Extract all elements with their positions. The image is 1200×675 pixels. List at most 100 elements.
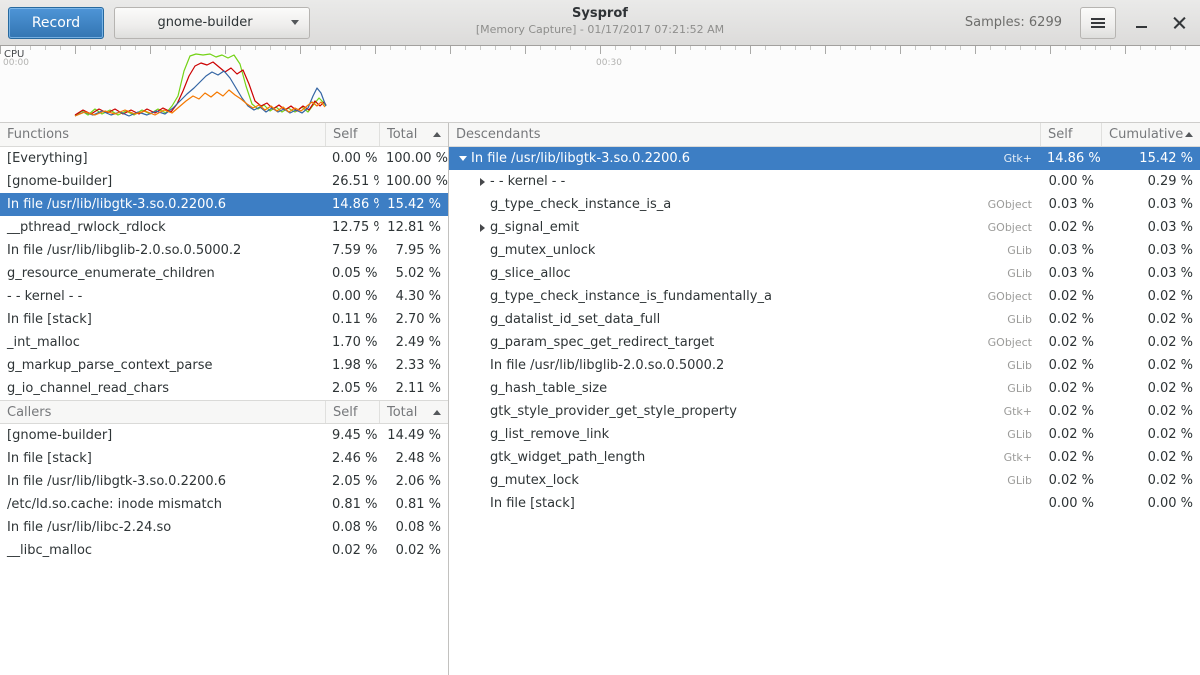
- minimize-button[interactable]: [1128, 8, 1154, 38]
- self-percent: 1.98 %: [325, 358, 379, 373]
- function-name: g_resource_enumerate_children: [0, 266, 325, 281]
- column-header-total[interactable]: Total: [379, 401, 448, 423]
- self-percent: 0.02 %: [1040, 289, 1101, 304]
- function-name: In file [stack]: [0, 312, 325, 327]
- table-row[interactable]: In file /usr/lib/libgtk-3.so.0.2200.614.…: [0, 193, 448, 216]
- descendant-name-cell: g_signal_emitGObject: [449, 220, 1040, 235]
- menu-button[interactable]: [1080, 7, 1116, 39]
- column-header-cumulative[interactable]: Cumulative: [1101, 123, 1200, 146]
- self-percent: 0.02 %: [1040, 404, 1101, 419]
- table-row[interactable]: /etc/ld.so.cache: inode mismatch0.81 %0.…: [0, 493, 448, 516]
- expander-triangle: [459, 156, 467, 161]
- expander-closed-icon[interactable]: [474, 224, 490, 232]
- table-row[interactable]: In file [stack]0.11 %2.70 %: [0, 308, 448, 331]
- total-percent: 2.33 %: [379, 358, 448, 373]
- tree-row[interactable]: g_hash_table_sizeGLib0.02 %0.02 %: [449, 377, 1200, 400]
- expander-closed-icon[interactable]: [474, 178, 490, 186]
- table-row[interactable]: In file /usr/lib/libgtk-3.so.0.2200.62.0…: [0, 470, 448, 493]
- function-name: _int_malloc: [0, 335, 325, 350]
- library-tag: GLib: [1001, 428, 1040, 441]
- sort-indicator-icon: [433, 410, 441, 415]
- total-percent: 100.00 %: [379, 174, 448, 189]
- process-selector-dropdown[interactable]: gnome-builder: [114, 7, 310, 39]
- function-name: /etc/ld.so.cache: inode mismatch: [0, 497, 325, 512]
- descendant-name: gtk_style_provider_get_style_property: [490, 404, 737, 419]
- close-button[interactable]: [1166, 8, 1192, 38]
- library-tag: GLib: [1001, 359, 1040, 372]
- table-row[interactable]: In file /usr/lib/libc-2.24.so0.08 %0.08 …: [0, 516, 448, 539]
- tree-row[interactable]: In file /usr/lib/libgtk-3.so.0.2200.6Gtk…: [449, 147, 1200, 170]
- column-header-total-label: Total: [387, 405, 417, 420]
- table-row[interactable]: _int_malloc1.70 %2.49 %: [0, 331, 448, 354]
- library-tag: GLib: [1001, 382, 1040, 395]
- column-header-total[interactable]: Total: [379, 123, 448, 146]
- table-row[interactable]: g_markup_parse_context_parse1.98 %2.33 %: [0, 354, 448, 377]
- tree-row[interactable]: g_datalist_id_set_data_fullGLib0.02 %0.0…: [449, 308, 1200, 331]
- self-percent: 14.86 %: [325, 197, 379, 212]
- library-tag: GObject: [982, 198, 1040, 211]
- library-tag: Gtk+: [998, 152, 1040, 165]
- expander-triangle: [480, 224, 485, 232]
- tree-row[interactable]: gtk_style_provider_get_style_property Gtk…: [449, 400, 1200, 423]
- self-percent: 0.02 %: [325, 543, 379, 558]
- descendant-name: g_type_check_instance_is_fundamentally_a: [490, 289, 772, 304]
- self-percent: 0.00 %: [325, 289, 379, 304]
- library-tag: Gtk+: [998, 405, 1040, 418]
- descendant-name: g_mutex_lock: [490, 473, 579, 488]
- process-selector-label: gnome-builder: [125, 15, 285, 30]
- tree-row[interactable]: g_mutex_lockGLib0.02 %0.02 %: [449, 469, 1200, 492]
- tree-indent: [455, 480, 474, 481]
- tree-row[interactable]: g_slice_allocGLib0.03 %0.03 %: [449, 262, 1200, 285]
- column-header-total-label: Total: [387, 127, 417, 142]
- function-name: In file /usr/lib/libgtk-3.so.0.2200.6: [0, 474, 325, 489]
- column-header-functions[interactable]: Functions: [0, 123, 325, 146]
- time-label: 00:00: [3, 58, 29, 68]
- library-tag: GObject: [982, 290, 1040, 303]
- tree-row[interactable]: g_type_check_instance_is_fundamentally_a…: [449, 285, 1200, 308]
- table-row[interactable]: [Everything]0.00 %100.00 %: [0, 147, 448, 170]
- functions-column-header: Functions Self Total: [0, 123, 448, 147]
- descendant-name: g_mutex_unlock: [490, 243, 595, 258]
- expander-open-icon[interactable]: [455, 156, 471, 161]
- callgraph-area: Functions Self Total [Everything]0.00 %1…: [0, 123, 1200, 675]
- tree-row[interactable]: - - kernel - -0.00 %0.29 %: [449, 170, 1200, 193]
- tree-row[interactable]: g_type_check_instance_is_aGObject0.03 %0…: [449, 193, 1200, 216]
- self-percent: 7.59 %: [325, 243, 379, 258]
- cpu-timeline[interactable]: CPU 00:0000:30: [0, 46, 1200, 123]
- tree-row[interactable]: g_list_remove_linkGLib0.02 %0.02 %: [449, 423, 1200, 446]
- table-row[interactable]: [gnome-builder]26.51 %100.00 %: [0, 170, 448, 193]
- self-percent: 0.08 %: [325, 520, 379, 535]
- table-row[interactable]: g_resource_enumerate_children0.05 %5.02 …: [0, 262, 448, 285]
- table-row[interactable]: In file /usr/lib/libglib-2.0.so.0.5000.2…: [0, 239, 448, 262]
- self-percent: 0.02 %: [1040, 220, 1101, 235]
- tree-row[interactable]: g_signal_emitGObject0.02 %0.03 %: [449, 216, 1200, 239]
- self-percent: 0.02 %: [1040, 450, 1101, 465]
- tree-row[interactable]: In file /usr/lib/libglib-2.0.so.0.5000.2…: [449, 354, 1200, 377]
- table-row[interactable]: __pthread_rwlock_rdlock12.75 %12.81 %: [0, 216, 448, 239]
- tree-row[interactable]: g_param_spec_get_redirect_targetGObject0…: [449, 331, 1200, 354]
- function-name: In file /usr/lib/libglib-2.0.so.0.5000.2: [0, 243, 325, 258]
- total-percent: 100.00 %: [379, 151, 448, 166]
- total-percent: 4.30 %: [379, 289, 448, 304]
- column-header-callers[interactable]: Callers: [0, 401, 325, 423]
- column-header-descendants[interactable]: Descendants: [449, 123, 1040, 146]
- column-header-self[interactable]: Self: [1040, 123, 1101, 146]
- descendant-name-cell: In file /usr/lib/libglib-2.0.so.0.5000.2…: [449, 358, 1040, 373]
- header-right-group: Samples: 6299: [965, 7, 1192, 39]
- function-name: In file /usr/lib/libgtk-3.so.0.2200.6: [0, 197, 325, 212]
- tree-row[interactable]: gtk_widget_path_lengthGtk+0.02 %0.02 %: [449, 446, 1200, 469]
- function-name: __pthread_rwlock_rdlock: [0, 220, 325, 235]
- table-row[interactable]: g_io_channel_read_chars2.05 %2.11 %: [0, 377, 448, 400]
- column-header-self[interactable]: Self: [325, 401, 379, 423]
- record-button[interactable]: Record: [8, 7, 104, 39]
- table-row[interactable]: __libc_malloc0.02 %0.02 %: [0, 539, 448, 562]
- table-row[interactable]: - - kernel - -0.00 %4.30 %: [0, 285, 448, 308]
- function-name: __libc_malloc: [0, 543, 325, 558]
- column-header-self[interactable]: Self: [325, 123, 379, 146]
- table-row[interactable]: In file [stack]2.46 %2.48 %: [0, 447, 448, 470]
- table-row[interactable]: [gnome-builder]9.45 %14.49 %: [0, 424, 448, 447]
- tree-row[interactable]: In file [stack]0.00 %0.00 %: [449, 492, 1200, 515]
- tree-indent: [455, 273, 474, 274]
- tree-row[interactable]: g_mutex_unlockGLib0.03 %0.03 %: [449, 239, 1200, 262]
- tree-indent: [455, 365, 474, 366]
